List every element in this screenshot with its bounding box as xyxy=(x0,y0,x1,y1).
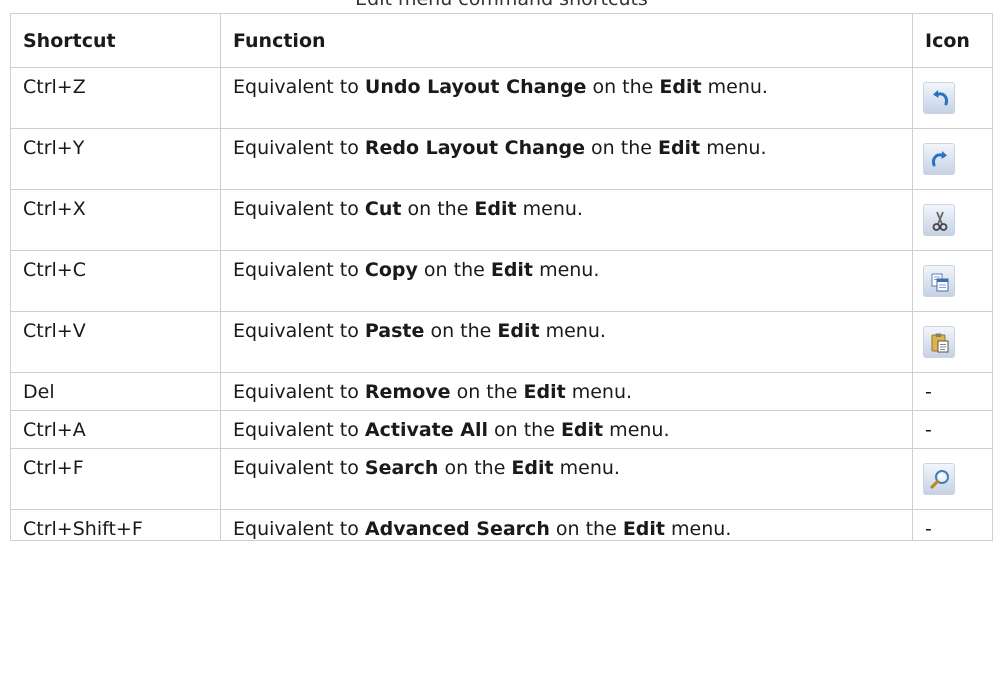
shortcut-cell: Ctrl+Y xyxy=(10,128,221,190)
no-icon-dash: - xyxy=(925,381,932,403)
table-header-row: Shortcut Function Icon xyxy=(10,13,993,68)
table-row: Ctrl+Y Equivalent to Redo Layout Change … xyxy=(10,128,993,190)
table-row: Ctrl+F Equivalent to Search on the Edit … xyxy=(10,448,993,510)
icon-cell: - xyxy=(912,410,993,449)
table-row: Ctrl+A Equivalent to Activate All on the… xyxy=(10,410,993,449)
header-icon: Icon xyxy=(912,13,993,68)
table-row: Ctrl+X Equivalent to Cut on the Edit men… xyxy=(10,189,993,251)
function-cell: Equivalent to Copy on the Edit menu. xyxy=(220,250,913,312)
function-cell: Equivalent to Redo Layout Change on the … xyxy=(220,128,913,190)
function-cell: Equivalent to Undo Layout Change on the … xyxy=(220,67,913,129)
paste-clipboard-icon xyxy=(923,326,955,358)
no-icon-dash: - xyxy=(925,518,932,540)
redo-icon xyxy=(923,143,955,175)
shortcut-cell: Ctrl+V xyxy=(10,311,221,373)
icon-cell xyxy=(912,250,993,312)
shortcut-cell: Ctrl+Shift+F xyxy=(10,509,221,541)
search-magnifier-icon xyxy=(923,463,955,495)
table-row: Del Equivalent to Remove on the Edit men… xyxy=(10,372,993,411)
table-row: Ctrl+Z Equivalent to Undo Layout Change … xyxy=(10,67,993,129)
function-cell: Equivalent to Activate All on the Edit m… xyxy=(220,410,913,449)
function-cell: Equivalent to Paste on the Edit menu. xyxy=(220,311,913,373)
shortcut-cell: Ctrl+X xyxy=(10,189,221,251)
no-icon-dash: - xyxy=(925,419,932,441)
icon-cell xyxy=(912,128,993,190)
header-function: Function xyxy=(220,13,913,68)
shortcuts-table: Shortcut Function Icon Ctrl+Z Equivalent… xyxy=(10,13,993,541)
table-row: Ctrl+Shift+F Equivalent to Advanced Sear… xyxy=(10,509,993,541)
shortcut-cell: Ctrl+F xyxy=(10,448,221,510)
cut-scissors-icon xyxy=(923,204,955,236)
undo-icon xyxy=(923,82,955,114)
icon-cell: - xyxy=(912,372,993,411)
table-caption: Edit menu command shortcuts xyxy=(0,0,1003,9)
shortcut-cell: Ctrl+C xyxy=(10,250,221,312)
function-cell: Equivalent to Remove on the Edit menu. xyxy=(220,372,913,411)
shortcut-cell: Ctrl+A xyxy=(10,410,221,449)
icon-cell xyxy=(912,311,993,373)
function-cell: Equivalent to Advanced Search on the Edi… xyxy=(220,509,913,541)
icon-cell: - xyxy=(912,509,993,541)
shortcut-cell: Ctrl+Z xyxy=(10,67,221,129)
function-cell: Equivalent to Cut on the Edit menu. xyxy=(220,189,913,251)
icon-cell xyxy=(912,189,993,251)
function-cell: Equivalent to Search on the Edit menu. xyxy=(220,448,913,510)
copy-icon xyxy=(923,265,955,297)
icon-cell xyxy=(912,448,993,510)
icon-cell xyxy=(912,67,993,129)
table-row: Ctrl+V Equivalent to Paste on the Edit m… xyxy=(10,311,993,373)
table-row: Ctrl+C Equivalent to Copy on the Edit me… xyxy=(10,250,993,312)
header-shortcut: Shortcut xyxy=(10,13,221,68)
shortcut-cell: Del xyxy=(10,372,221,411)
